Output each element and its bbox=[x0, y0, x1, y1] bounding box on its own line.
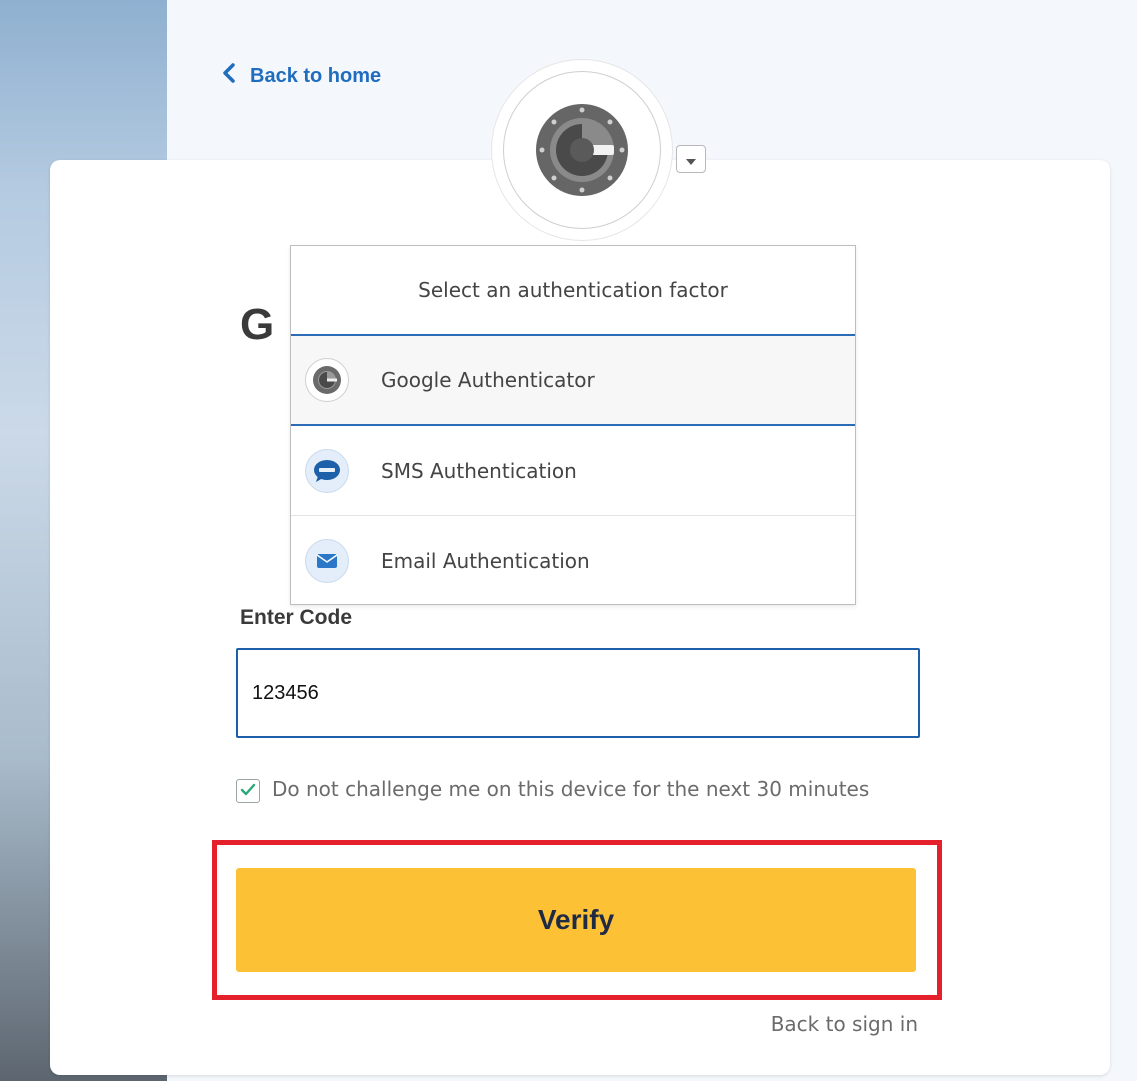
factor-menu: Select an authentication factor Google A… bbox=[290, 245, 856, 605]
factor-option-label: Google Authenticator bbox=[381, 368, 595, 392]
code-input[interactable] bbox=[236, 648, 920, 738]
remember-device-row: Do not challenge me on this device for t… bbox=[236, 776, 916, 803]
remember-device-checkbox[interactable] bbox=[236, 779, 260, 803]
factor-option-label: SMS Authentication bbox=[381, 458, 577, 483]
verify-button[interactable]: Verify bbox=[236, 868, 916, 972]
caret-down-icon bbox=[686, 150, 696, 169]
google-authenticator-icon bbox=[305, 358, 349, 402]
factor-badge bbox=[492, 60, 672, 240]
factor-option-email[interactable]: Email Authentication bbox=[291, 516, 855, 606]
sms-icon bbox=[305, 448, 349, 493]
back-to-home-label: Back to home bbox=[250, 64, 382, 87]
google-authenticator-icon bbox=[503, 71, 661, 229]
back-to-signin-link[interactable]: Back to sign in bbox=[771, 1012, 918, 1036]
email-icon bbox=[305, 539, 349, 583]
factor-option-google-authenticator[interactable]: Google Authenticator bbox=[291, 336, 855, 426]
remember-device-label: Do not challenge me on this device for t… bbox=[272, 777, 870, 801]
factor-menu-header: Select an authentication factor bbox=[291, 246, 855, 336]
factor-option-sms[interactable]: SMS Authentication bbox=[291, 426, 855, 516]
factor-dropdown-button[interactable] bbox=[676, 145, 706, 173]
checkmark-icon bbox=[240, 782, 256, 801]
chevron-left-icon bbox=[222, 63, 236, 89]
factor-option-label: Email Authentication bbox=[381, 549, 590, 573]
back-to-home-link[interactable]: Back to home bbox=[222, 60, 381, 92]
enter-code-label: Enter Code bbox=[240, 606, 353, 629]
